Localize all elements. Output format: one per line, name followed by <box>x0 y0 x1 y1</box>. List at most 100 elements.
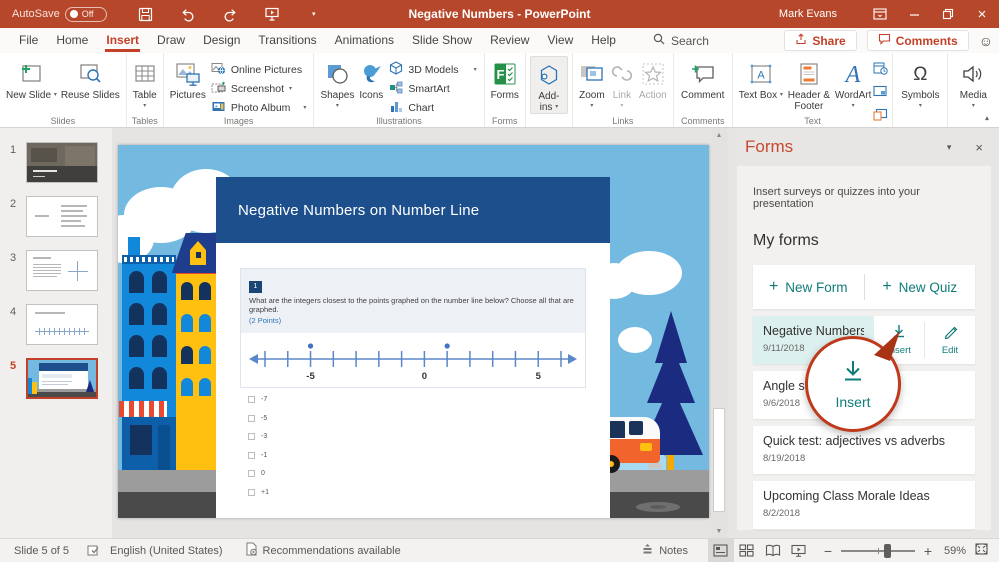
action-button-disabled: Action <box>637 56 669 101</box>
undo-icon[interactable] <box>179 5 197 23</box>
zoom-percent[interactable]: 59% <box>944 545 966 557</box>
normal-view-button[interactable] <box>708 539 734 562</box>
zoom-button[interactable]: Zoom▾ <box>577 56 607 112</box>
form-list-item-3[interactable]: Quick test: adjectives vs adverbs 8/19/2… <box>753 426 975 474</box>
3d-models-button[interactable]: 3D Models ▾ <box>386 61 479 78</box>
tab-file[interactable]: File <box>10 29 47 52</box>
table-button[interactable]: Table▾ <box>131 56 159 112</box>
new-form-button[interactable]: + New Form <box>753 265 864 309</box>
slide-thumbnail <box>26 196 98 237</box>
svg-text:5: 5 <box>536 371 542 382</box>
tab-home[interactable]: Home <box>47 29 97 52</box>
chart-button[interactable]: Chart <box>386 99 479 116</box>
close-button[interactable]: × <box>965 0 999 28</box>
autosave-toggle[interactable]: AutoSave Off <box>12 7 107 22</box>
symbols-button[interactable]: Ω Symbols▾ <box>897 56 943 112</box>
slide-number: 3 <box>0 250 26 291</box>
share-button[interactable]: Share <box>784 30 856 51</box>
header-footer-button[interactable]: Header & Footer <box>785 56 833 112</box>
spell-check-icon[interactable] <box>87 544 102 557</box>
language-selector[interactable]: English (United States) <box>110 545 223 557</box>
pane-close-icon[interactable]: × <box>975 140 983 155</box>
tab-help[interactable]: Help <box>582 29 625 52</box>
slide-thumbnail-2[interactable]: 2 <box>0 196 112 237</box>
icons-button[interactable]: Icons <box>356 56 386 101</box>
slide-canvas[interactable]: Negative Numbers on Number Line 1 What a… <box>118 145 709 518</box>
zoom-slider[interactable] <box>841 550 915 552</box>
online-pictures-button[interactable]: Online Pictures <box>208 61 310 78</box>
pictures-icon <box>174 59 202 89</box>
search-icon <box>653 33 665 48</box>
edit-form-button[interactable]: Edit <box>925 316 975 364</box>
zoom-slider-thumb[interactable] <box>884 544 891 558</box>
restore-button[interactable] <box>931 0 965 28</box>
zoom-out-button[interactable]: − <box>822 543 834 559</box>
slide-thumbnail-5-selected[interactable]: 5 <box>0 358 112 399</box>
account-user-name[interactable]: Mark Evans <box>779 8 837 20</box>
tab-insert[interactable]: Insert <box>97 29 148 52</box>
slide-show-view-button[interactable] <box>786 539 812 562</box>
date-time-icon[interactable] <box>873 61 888 80</box>
pictures-button[interactable]: Pictures <box>168 56 208 101</box>
collapse-ribbon-icon[interactable]: ▾ <box>985 114 989 123</box>
slide-thumbnail-1[interactable]: 1 <box>0 142 112 183</box>
scroll-down-icon[interactable]: ▼ <box>711 524 727 538</box>
slide-thumbnail-3[interactable]: 3 <box>0 250 112 291</box>
forms-button[interactable]: F Forms <box>489 56 521 101</box>
scrollbar-thumb[interactable] <box>713 408 725 512</box>
tab-transitions[interactable]: Transitions <box>249 29 325 52</box>
text-box-button[interactable]: A Text Box ▾ <box>737 56 785 101</box>
customize-qat-chevron-icon[interactable]: ▾ <box>305 5 323 23</box>
start-slideshow-icon[interactable] <box>263 5 281 23</box>
ribbon-display-options-icon[interactable] <box>863 0 897 28</box>
redo-icon[interactable] <box>221 5 239 23</box>
insert-callout-button[interactable]: Insert <box>805 336 901 432</box>
new-slide-button[interactable]: New Slide ▾ <box>4 56 59 101</box>
slide-thumbnail <box>26 142 98 183</box>
shapes-button[interactable]: Shapes▾ <box>318 56 356 112</box>
new-quiz-button[interactable]: + New Quiz <box>865 265 976 309</box>
omega-symbol-icon: Ω <box>913 59 927 89</box>
comments-button[interactable]: Comments <box>867 30 969 51</box>
title-bar: AutoSave Off ▾ Negative Numbers - PowerP… <box>0 0 999 28</box>
number-line: -505 <box>241 333 585 387</box>
scroll-up-icon[interactable]: ▲ <box>711 128 727 142</box>
slide-number-icon[interactable] <box>873 85 888 103</box>
autosave-pill[interactable]: Off <box>65 7 107 22</box>
tab-view[interactable]: View <box>538 29 582 52</box>
group-addins: Add-ins ▾ <box>526 53 573 127</box>
tab-animations[interactable]: Animations <box>326 29 403 52</box>
group-label-tables: Tables <box>127 116 163 126</box>
save-icon[interactable] <box>137 5 155 23</box>
pencil-icon <box>943 324 958 342</box>
wordart-button[interactable]: A WordArt▾ <box>833 56 874 112</box>
svg-text:0: 0 <box>422 371 427 382</box>
screenshot-button[interactable]: Screenshot ▾ <box>208 80 310 97</box>
tab-design[interactable]: Design <box>194 29 249 52</box>
add-ins-button[interactable]: Add-ins ▾ <box>530 56 568 114</box>
reading-view-button[interactable] <box>760 539 786 562</box>
tab-draw[interactable]: Draw <box>148 29 194 52</box>
feedback-smiley-icon[interactable]: ☺ <box>979 33 993 49</box>
pane-options-chevron-icon[interactable]: ▾ <box>947 142 952 153</box>
slide-thumbnail-4[interactable]: 4 <box>0 304 112 345</box>
comment-button[interactable]: Comment <box>678 56 728 101</box>
recommendations-button[interactable]: Recommendations available <box>245 542 401 559</box>
minimize-button[interactable] <box>897 0 931 28</box>
tab-slide-show[interactable]: Slide Show <box>403 29 481 52</box>
vertical-scrollbar[interactable]: ▲ ▼ <box>711 128 727 538</box>
zoom-icon <box>579 59 605 89</box>
fit-slide-to-window-icon[interactable] <box>974 542 989 559</box>
notes-button[interactable]: Notes <box>641 543 688 558</box>
photo-album-button[interactable]: Photo Album ▾ <box>208 99 310 116</box>
slide-sorter-view-button[interactable] <box>734 539 760 562</box>
autosave-label: AutoSave <box>12 8 60 20</box>
slide-title-band: Negative Numbers on Number Line <box>216 177 610 243</box>
tab-review[interactable]: Review <box>481 29 538 52</box>
smartart-button[interactable]: SmartArt <box>386 80 479 97</box>
form-list-item-4[interactable]: Upcoming Class Morale Ideas 8/2/2018 <box>753 481 975 529</box>
media-button[interactable]: Media▾ <box>952 56 994 112</box>
reuse-slides-button[interactable]: Reuse Slides <box>59 56 122 101</box>
zoom-in-button[interactable]: + <box>922 543 934 559</box>
search-box[interactable]: Search <box>653 33 709 48</box>
